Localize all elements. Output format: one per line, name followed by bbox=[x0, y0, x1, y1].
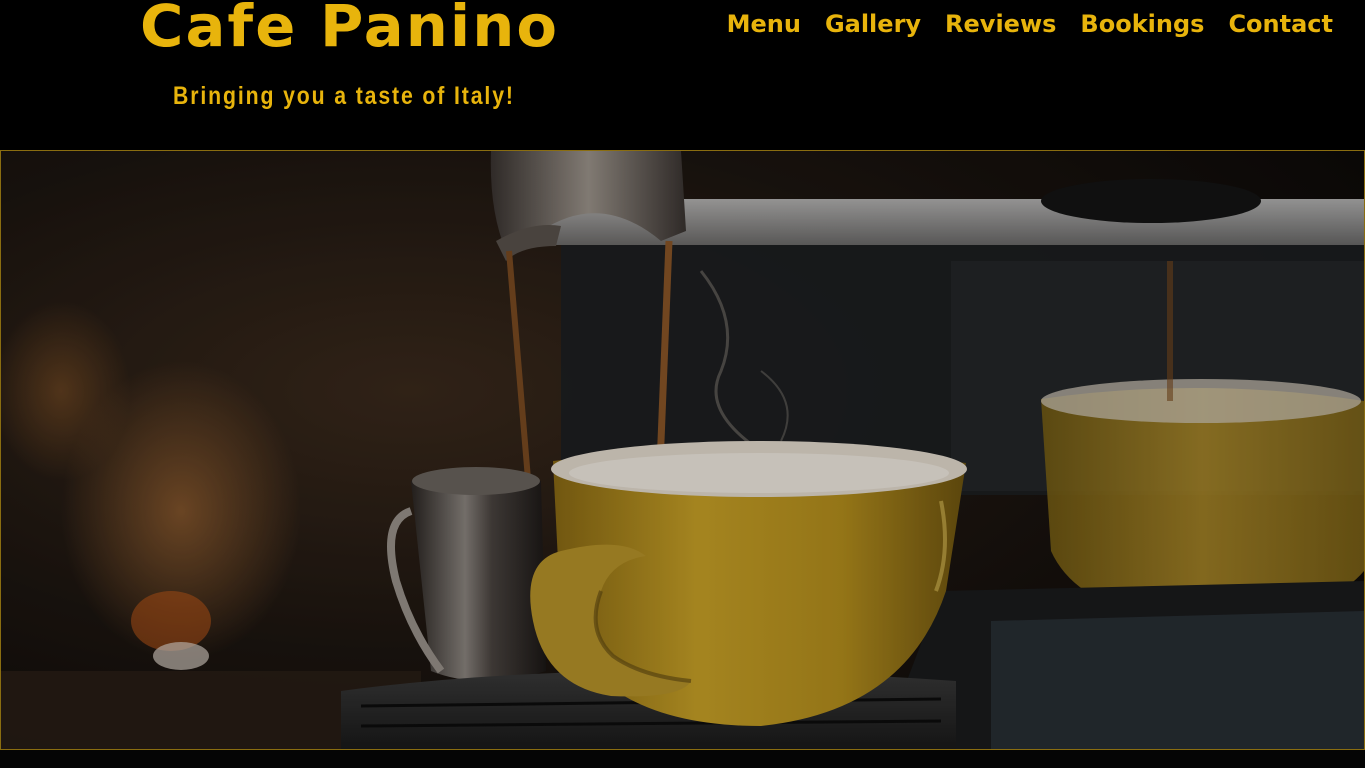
page-bottom-edge bbox=[0, 750, 1365, 768]
nav-item-contact[interactable]: Contact bbox=[1228, 4, 1333, 44]
hero-image-espresso bbox=[0, 150, 1365, 750]
nav-item-bookings[interactable]: Bookings bbox=[1080, 4, 1204, 44]
nav-item-gallery[interactable]: Gallery bbox=[825, 4, 921, 44]
hero-espresso-illustration bbox=[1, 151, 1364, 749]
nav-item-menu[interactable]: Menu bbox=[727, 4, 801, 44]
main-nav: Menu Gallery Reviews Bookings Contact bbox=[727, 4, 1333, 44]
site-header: Cafe Panino Bringing you a taste of Ital… bbox=[0, 0, 1365, 150]
site-tagline: Bringing you a taste of Italy! bbox=[173, 82, 515, 110]
site-logo-title[interactable]: Cafe Panino bbox=[140, 0, 559, 60]
nav-item-reviews[interactable]: Reviews bbox=[945, 4, 1056, 44]
